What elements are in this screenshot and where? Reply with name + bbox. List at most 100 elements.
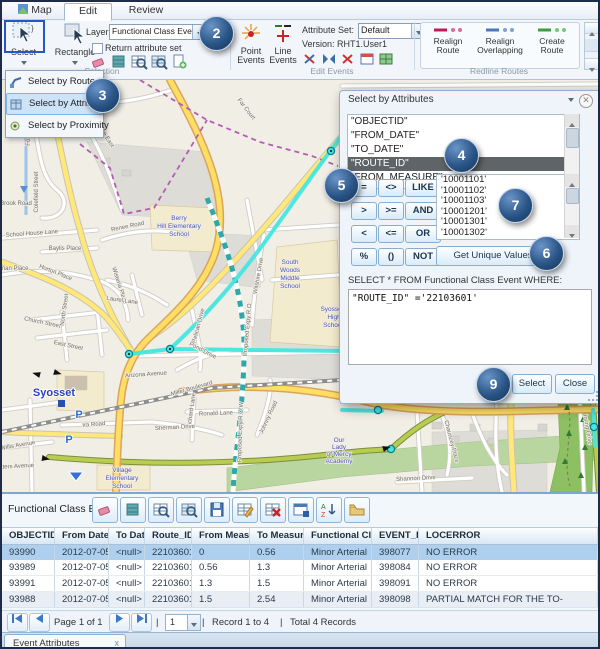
table-row[interactable]: 939882012-07-05<null>221036011.52.54Mino… xyxy=(2,592,598,608)
operator-button-[interactable]: < xyxy=(351,225,377,243)
return-attribute-set-label: Return attribute set xyxy=(105,43,182,53)
operator-button-[interactable]: >= xyxy=(378,202,404,220)
rectangle-select-icon xyxy=(62,21,88,45)
callout-badge-6: 6 xyxy=(529,236,564,271)
page-number-value: 1 xyxy=(170,617,175,627)
realign-route-button[interactable]: Realign Route xyxy=(426,26,470,55)
save-edits-button[interactable] xyxy=(204,497,230,523)
table-cell: Minor Arterial xyxy=(304,545,372,560)
table-cell: 0 xyxy=(192,545,250,560)
operator-button-[interactable]: () xyxy=(378,248,404,266)
operator-buttons: =<>LIKE>>=AND<<=OR%()NOT xyxy=(351,179,443,265)
dialog-resize-grip[interactable] xyxy=(588,391,598,401)
application-window: Far CourtFoxhunt CrescentCherry Lane Eas… xyxy=(0,0,600,649)
last-page-button[interactable] xyxy=(131,613,152,632)
page-number-select[interactable]: 1 xyxy=(165,614,201,631)
pagination-bar: Page 1 of 1 | 1 | Record 1 to 4 | Total … xyxy=(2,610,598,633)
zoomsel2-icon[interactable] xyxy=(150,57,168,74)
zoom-to-feature-button[interactable] xyxy=(176,497,202,523)
point-events-button[interactable]: Point Events xyxy=(236,22,266,65)
menu-item-select-by-proximity[interactable]: Select by Proximity xyxy=(6,115,103,137)
tab-event-attributes-label: Event Attributes xyxy=(13,638,80,649)
line-events-button[interactable]: Line Events xyxy=(268,22,298,65)
field-item[interactable]: "OBJECTID" xyxy=(348,115,579,129)
parking-icon: P xyxy=(65,434,72,446)
prev-page-button[interactable] xyxy=(29,613,50,632)
table-cell: 1.5 xyxy=(250,576,304,591)
next-page-button[interactable] xyxy=(109,613,130,632)
realign-overlapping-button[interactable]: Realign Overlapping xyxy=(472,26,528,55)
table-cell: <null> xyxy=(109,576,145,591)
attribute-grid: OBJECTIDFrom DateTo DateRoute_IDFrom Mea… xyxy=(2,527,598,608)
school-label: School xyxy=(280,283,300,290)
zoomsel-icon[interactable] xyxy=(130,57,148,74)
column-header-from-measure[interactable]: From Measure xyxy=(192,528,250,544)
parking-icon: P xyxy=(75,409,82,421)
table-cell: 22103601 xyxy=(145,560,192,575)
column-header-locerror[interactable]: LOCERROR xyxy=(419,528,598,544)
street-label: Colefield Street xyxy=(34,171,40,212)
column-header-from-date[interactable]: From Date xyxy=(55,528,109,544)
table-cell: 2.54 xyxy=(250,592,304,607)
values-scrollbar[interactable] xyxy=(564,174,579,238)
table-cell: Minor Arterial xyxy=(304,592,372,607)
unique-value-item[interactable]: '10001302' xyxy=(437,228,579,239)
separator: | xyxy=(280,617,282,628)
where-clause-textarea[interactable]: "ROUTE_ID" ='22103601' xyxy=(348,289,592,365)
column-header-event-id[interactable]: EVENT_ID xyxy=(372,528,419,544)
first-page-button[interactable] xyxy=(7,613,28,632)
clear-selection-button[interactable] xyxy=(92,497,118,523)
table-cell: 93988 xyxy=(2,592,55,607)
table-cell: <null> xyxy=(109,592,145,607)
school-label: Middle xyxy=(280,275,300,282)
school-label: Our xyxy=(334,437,346,444)
grid-icon[interactable] xyxy=(378,53,394,70)
zoom-to-selection-button[interactable] xyxy=(148,497,174,523)
tab-map[interactable]: Map xyxy=(10,3,60,18)
table-cell: Minor Arterial xyxy=(304,560,372,575)
tab-review[interactable]: Review xyxy=(120,3,172,18)
operator-button-[interactable]: > xyxy=(351,202,377,220)
realign-overlapping-label: Realign Overlapping xyxy=(477,36,523,55)
export-records-button[interactable] xyxy=(344,497,370,523)
tab-close-icon[interactable]: x xyxy=(115,635,120,649)
operator-button-[interactable]: <> xyxy=(378,179,404,197)
table-row[interactable]: 939902012-07-05<null>2210360100.56Minor … xyxy=(2,545,598,560)
select-rectangle-button[interactable] xyxy=(120,497,146,523)
unique-value-item[interactable]: '10001101' xyxy=(437,175,579,186)
line-events-icon xyxy=(272,22,294,44)
column-header-to-measure[interactable]: To Measure xyxy=(250,528,304,544)
pagplus-icon[interactable] xyxy=(170,57,188,74)
layer-combobox[interactable]: Functional Class Event xyxy=(109,24,207,40)
table-row[interactable]: 939912012-07-05<null>221036011.31.5Minor… xyxy=(2,576,598,592)
column-header-route-id[interactable]: Route_ID xyxy=(145,528,192,544)
table-row[interactable]: 939892012-07-05<null>221036010.561.3Mino… xyxy=(2,560,598,576)
sort-records-button[interactable]: AZ xyxy=(316,497,342,523)
column-header-functional-class[interactable]: Functional Class xyxy=(304,528,372,544)
table-toolbar: Functional Class Event AZ xyxy=(2,494,598,526)
dialog-menu-caret-icon[interactable] xyxy=(568,98,574,102)
create-route-label: Create Route xyxy=(539,36,565,55)
ribbon-scrollbar[interactable] xyxy=(584,22,599,70)
column-header-to-date[interactable]: To Date xyxy=(109,528,145,544)
table-cell: 0.56 xyxy=(192,560,250,575)
dialog-close-icon[interactable]: ✕ xyxy=(579,94,593,108)
map-tab-icon xyxy=(18,4,28,14)
operator-button-[interactable]: <= xyxy=(378,225,404,243)
tab-review-label: Review xyxy=(129,4,163,16)
column-header-objectid[interactable]: OBJECTID xyxy=(2,528,55,544)
scroll-down-icon[interactable] xyxy=(585,58,598,69)
scrollbar-thumb[interactable] xyxy=(585,39,598,52)
tab-edit[interactable]: Edit xyxy=(64,3,112,21)
table-cell: PARTIAL MATCH FOR THE TO- xyxy=(419,592,598,607)
menu-item-label: Select by Proximity xyxy=(28,120,109,131)
dialog-select-button[interactable]: Select xyxy=(512,374,552,394)
create-route-button[interactable]: Create Route xyxy=(530,26,574,55)
attribute-set-combobox[interactable]: Default xyxy=(358,23,426,39)
attribute-window-button[interactable] xyxy=(288,497,314,523)
delete-selected-button[interactable] xyxy=(260,497,286,523)
tab-event-attributes[interactable]: Event Attributes x xyxy=(4,634,126,649)
edit-attributes-button[interactable] xyxy=(232,497,258,523)
scroll-up-icon[interactable] xyxy=(585,23,598,34)
operator-button-[interactable]: % xyxy=(351,248,377,266)
